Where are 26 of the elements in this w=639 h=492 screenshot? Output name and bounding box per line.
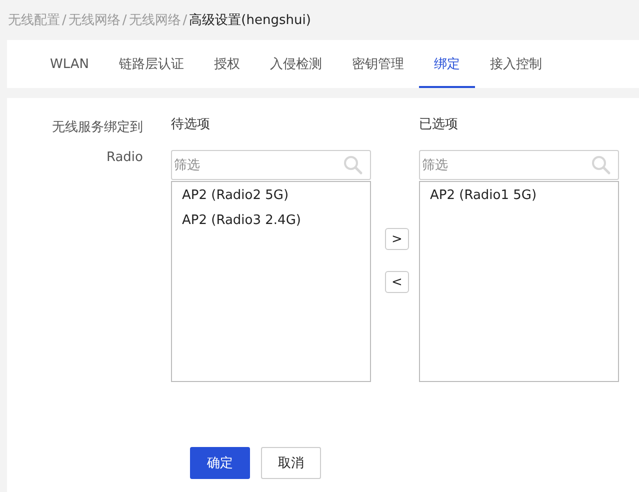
cancel-button[interactable]: 取消 xyxy=(261,447,321,479)
list-title: 已选项 xyxy=(419,116,459,134)
breadcrumb-separator: / xyxy=(122,12,127,28)
filter-field[interactable]: 筛选 xyxy=(171,150,371,180)
move-button[interactable]: < xyxy=(385,271,409,293)
tab[interactable]: 接入控制 xyxy=(475,40,558,88)
tab[interactable]: 密钥管理 xyxy=(337,40,420,88)
tab[interactable]: 链路层认证 xyxy=(104,40,200,88)
list-item[interactable]: AP2 (Radio1 5G) xyxy=(430,188,608,203)
tab[interactable]: 绑定 xyxy=(419,40,476,88)
breadcrumb-separator: / xyxy=(62,12,66,28)
tab[interactable]: 授权 xyxy=(199,40,256,88)
list-item[interactable]: AP2 (Radio3 2.4G) xyxy=(182,213,360,228)
list-item[interactable]: AP2 (Radio2 5G) xyxy=(182,188,360,203)
breadcrumb-separator: / xyxy=(182,12,188,28)
field-label: 无线服务绑定到 xyxy=(52,119,143,136)
tab[interactable]: 入侵检测 xyxy=(255,40,338,88)
confirm-button[interactable]: 确定 xyxy=(190,447,250,479)
breadcrumb-item: 高级设置(hengshui) xyxy=(189,12,311,29)
tab[interactable]: WLAN xyxy=(35,40,104,88)
search-icon xyxy=(591,155,611,175)
field-label: Radio xyxy=(106,150,143,165)
list-title: 待选项 xyxy=(171,116,211,134)
search-icon xyxy=(343,155,363,175)
move-button[interactable]: > xyxy=(385,228,409,250)
filter-field[interactable]: 筛选 xyxy=(419,150,619,180)
